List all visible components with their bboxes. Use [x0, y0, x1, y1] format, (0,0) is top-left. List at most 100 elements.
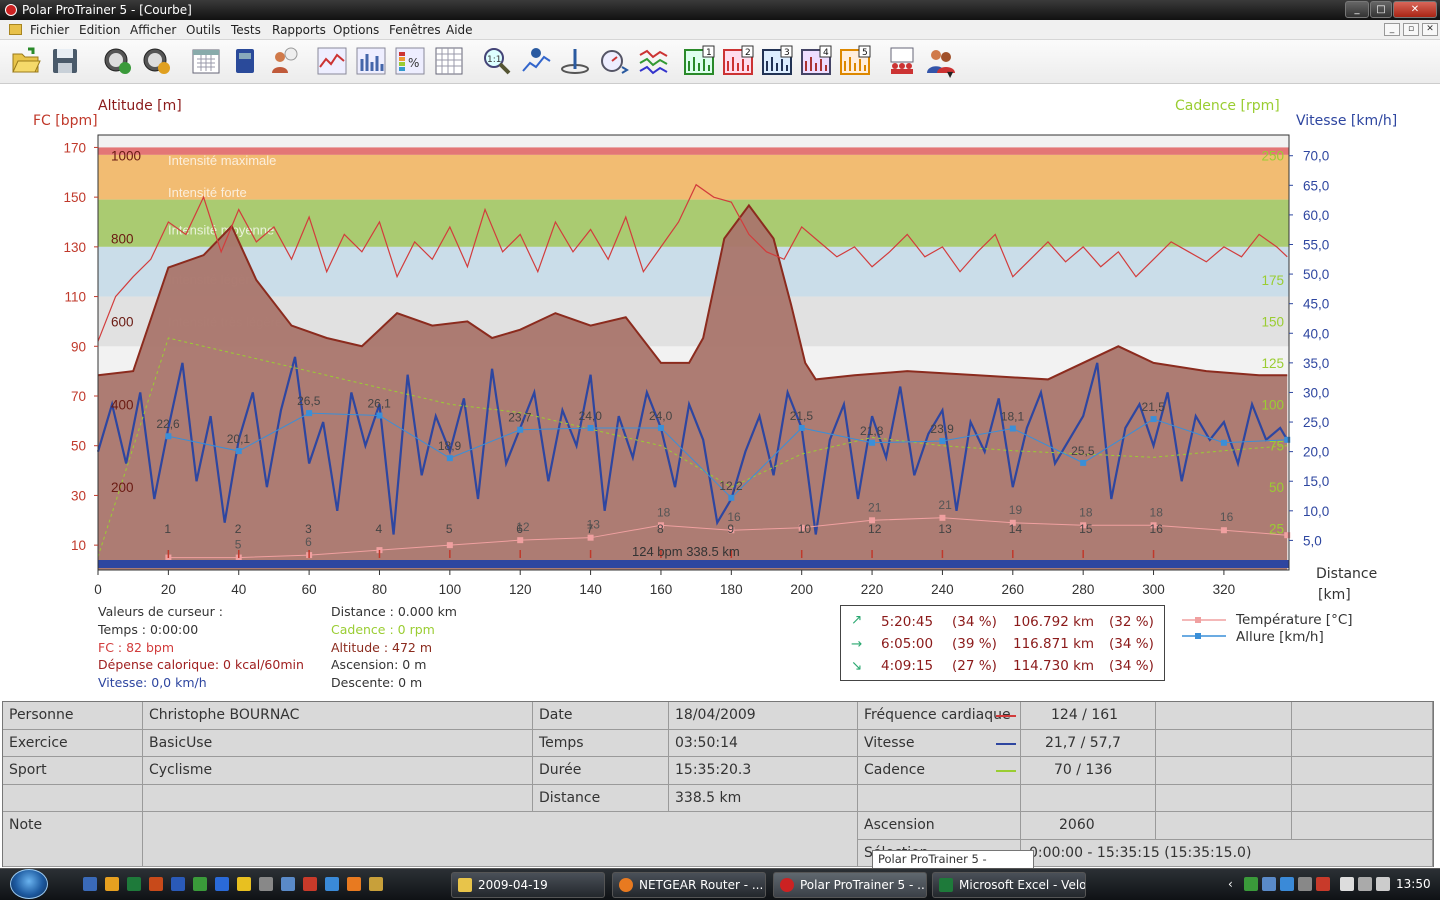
stopwatch-icon[interactable]	[598, 45, 630, 77]
duree-value[interactable]: 15:35:20.3	[669, 757, 858, 785]
temperature-data-label: 16	[1220, 510, 1234, 524]
table-icon[interactable]	[433, 45, 465, 77]
temps-value[interactable]: 03:50:14	[669, 730, 858, 757]
exercise-chart[interactable]: Intensité maximale Intensité forte Intensi…	[0, 85, 1440, 605]
distance-value[interactable]: 338.5 km	[669, 785, 858, 812]
globe-icon[interactable]	[281, 877, 295, 891]
graph-2-badge: 2	[745, 48, 751, 58]
mdi-close-button[interactable]: ✕	[1422, 23, 1438, 36]
menu-afficher[interactable]: Afficher	[130, 22, 176, 38]
graph-5-icon[interactable]: 5	[839, 45, 871, 77]
tray-security-icon[interactable]	[1316, 877, 1330, 891]
selection-value[interactable]: 0:00:00 - 15:35:15 (15:35:15.0)	[1021, 840, 1433, 867]
lap-marker-label: 15	[1079, 522, 1093, 536]
tray-volume-icon[interactable]	[1376, 877, 1390, 891]
watch-settings-icon[interactable]	[141, 45, 173, 77]
task-netgear[interactable]: NETGEAR Router - ...	[612, 872, 766, 898]
graph-2-icon[interactable]: 2	[722, 45, 754, 77]
tool-icon[interactable]	[193, 877, 207, 891]
menu-tests[interactable]: Tests	[231, 22, 261, 38]
exercice-value[interactable]: BasicUse	[143, 730, 533, 757]
temperature-data-label: 18	[657, 505, 671, 519]
tray-bluetooth-icon[interactable]	[1280, 877, 1294, 891]
menu-options[interactable]: Options	[333, 22, 379, 38]
date-value[interactable]: 18/04/2009	[669, 702, 858, 730]
tray-monitor-icon[interactable]	[1262, 877, 1276, 891]
multi-line-icon[interactable]	[637, 45, 669, 77]
fc-extra-cell	[1156, 702, 1292, 730]
outlook-icon[interactable]	[149, 877, 163, 891]
open-folder-icon[interactable]	[10, 45, 42, 77]
menu-outils[interactable]: Outils	[186, 22, 221, 38]
task-polar[interactable]: Polar ProTrainer 5 - ...	[773, 872, 927, 898]
chrome-icon[interactable]	[237, 877, 251, 891]
selection-bar	[98, 560, 1289, 568]
graph-1-icon[interactable]: 1	[683, 45, 715, 77]
messenger-icon[interactable]	[215, 877, 229, 891]
usb-icon[interactable]	[259, 877, 273, 891]
bar-chart-icon[interactable]	[355, 45, 387, 77]
mdi-minimize-button[interactable]: _	[1384, 23, 1400, 36]
graph-4-icon[interactable]: 4	[800, 45, 832, 77]
pace-data-label: 20,1	[227, 432, 251, 446]
info-chart-icon[interactable]	[520, 45, 552, 77]
tray-expand-icon[interactable]: ‹	[1228, 877, 1233, 891]
temperature-data-label: 18	[1079, 505, 1093, 519]
word-icon[interactable]	[171, 877, 185, 891]
show-desktop-icon[interactable]	[83, 877, 97, 891]
note-label: Note	[3, 812, 143, 867]
diary-book-icon[interactable]	[229, 45, 261, 77]
hr-zone-band-1	[98, 154, 1289, 200]
calendar-icon[interactable]	[190, 45, 222, 77]
anchor-icon[interactable]	[559, 45, 591, 77]
sync-watch-icon[interactable]	[102, 45, 134, 77]
menu-aide[interactable]: Aide	[446, 22, 473, 38]
media-player-icon[interactable]	[105, 877, 119, 891]
save-icon[interactable]	[49, 45, 81, 77]
fc-tick-label: 90	[71, 339, 86, 354]
tray-check-icon[interactable]	[1244, 877, 1258, 891]
speed-tick-label: 55,0	[1303, 237, 1329, 252]
maximize-button[interactable]: □	[1370, 1, 1392, 18]
app-icon[interactable]	[5, 4, 17, 16]
vitesse-color-swatch	[996, 743, 1016, 745]
note-field[interactable]	[143, 812, 858, 867]
menu-edition[interactable]: Edition	[79, 22, 121, 38]
users-dropdown-arrow-icon[interactable]: ▼	[947, 70, 953, 79]
tray-battery-icon[interactable]	[1340, 877, 1354, 891]
firefox-quick-icon[interactable]	[347, 877, 361, 891]
close-button[interactable]: ✕	[1393, 1, 1437, 18]
mdi-restore-button[interactable]: ▫	[1403, 23, 1419, 36]
network-icon[interactable]	[325, 877, 339, 891]
menu-fichier[interactable]: Fichier	[30, 22, 69, 38]
menu-bar: Fichier Edition Afficher Outils Tests Ra…	[0, 20, 1440, 40]
graph-3-icon[interactable]: 3	[761, 45, 793, 77]
menu-fenetres[interactable]: Fenêtres	[389, 22, 441, 38]
hr-zone-band-2	[98, 199, 1289, 247]
excel-icon[interactable]	[127, 877, 141, 891]
personne-value[interactable]: Christophe BOURNAC	[143, 702, 533, 730]
clock[interactable]: 13:50	[1396, 877, 1431, 891]
task-excel[interactable]: Microsoft Excel - Velo	[932, 872, 1086, 898]
paint-icon[interactable]	[369, 877, 383, 891]
mdi-document-icon[interactable]	[9, 24, 22, 35]
task-folder[interactable]: 2009-04-19	[451, 872, 605, 898]
start-button[interactable]	[10, 869, 48, 899]
window-titlebar[interactable]: Polar ProTrainer 5 - [Courbe]	[0, 0, 1440, 20]
tray-wifi-icon[interactable]	[1358, 877, 1372, 891]
vc-icon[interactable]	[303, 877, 317, 891]
line-chart-icon[interactable]	[316, 45, 348, 77]
vitesse-extra-cell-2	[1292, 730, 1433, 757]
sport-value[interactable]: Cyclisme	[143, 757, 533, 785]
percent-chart-icon[interactable]: %	[394, 45, 426, 77]
vitesse-label-text: Vitesse	[864, 735, 915, 751]
zoom-icon[interactable]: 1:1	[481, 45, 513, 77]
cursor-speed: Vitesse: 0,0 km/h	[98, 675, 207, 690]
menu-rapports[interactable]: Rapports	[272, 22, 326, 38]
graph-1-badge: 1	[706, 48, 712, 58]
minimize-button[interactable]: _	[1345, 1, 1369, 18]
person-tool-icon[interactable]	[268, 45, 300, 77]
tray-network-icon[interactable]	[1298, 877, 1312, 891]
people-chart-icon[interactable]	[886, 45, 918, 77]
empty-stat-cell-3	[1156, 785, 1292, 812]
